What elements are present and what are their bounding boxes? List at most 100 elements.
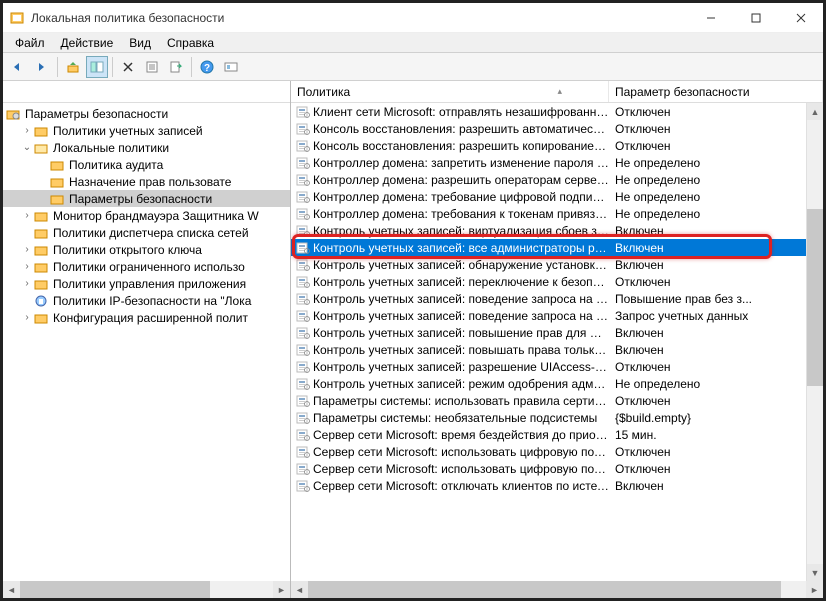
col-policy[interactable]: Политика▴: [291, 81, 609, 102]
close-button[interactable]: [778, 3, 823, 32]
list-row[interactable]: Контроль учетных записей: поведение запр…: [291, 290, 823, 307]
scroll-thumb[interactable]: [807, 209, 823, 387]
policy-icon: [293, 361, 313, 373]
list-row[interactable]: Контроль учетных записей: обнаружение ус…: [291, 256, 823, 273]
policy-value: Включен: [609, 258, 664, 272]
policy-name: Сервер сети Microsoft: использовать цифр…: [313, 445, 609, 459]
tree-item[interactable]: Назначение прав пользовате: [3, 173, 290, 190]
tree-item[interactable]: Политики диспетчера списка сетей: [3, 224, 290, 241]
tree-item-selected[interactable]: Параметры безопасности: [3, 190, 290, 207]
tree-item[interactable]: ›Политики открытого ключа: [3, 241, 290, 258]
list-row[interactable]: Контроль учетных записей: поведение запр…: [291, 307, 823, 324]
maximize-button[interactable]: [733, 3, 778, 32]
policy-name: Контроль учетных записей: переключение к…: [313, 275, 609, 289]
policy-icon: [293, 157, 313, 169]
tree-item[interactable]: ›Политики управления приложения: [3, 275, 290, 292]
list-row[interactable]: Контроль учетных записей: повышать права…: [291, 341, 823, 358]
list-row[interactable]: Контроль учетных записей: все администра…: [291, 239, 823, 256]
policy-name: Сервер сети Microsoft: отключать клиенто…: [313, 479, 609, 493]
policy-value: Включен: [609, 343, 664, 357]
show-tree-button[interactable]: [86, 56, 108, 78]
back-button[interactable]: [7, 56, 29, 78]
titlebar: Локальная политика безопасности: [3, 3, 823, 33]
expand-icon[interactable]: ›: [21, 125, 33, 136]
policy-value: Не определено: [609, 156, 700, 170]
export-button[interactable]: [165, 56, 187, 78]
forward-button[interactable]: [31, 56, 53, 78]
scroll-thumb[interactable]: [20, 581, 210, 598]
sort-asc-icon: ▴: [557, 86, 562, 97]
help-button[interactable]: ?: [196, 56, 218, 78]
up-button[interactable]: [62, 56, 84, 78]
list-row[interactable]: Сервер сети Microsoft: время бездействия…: [291, 426, 823, 443]
tree-item[interactable]: ›Конфигурация расширенной полит: [3, 309, 290, 326]
policy-value: Включен: [609, 224, 664, 238]
security-root-icon: [5, 107, 21, 121]
policy-name: Параметры системы: необязательные подсис…: [313, 411, 609, 425]
col-setting[interactable]: Параметр безопасности: [609, 81, 823, 102]
scroll-up-icon[interactable]: ▲: [807, 103, 823, 120]
policy-value: Не определено: [609, 377, 700, 391]
folder-icon: [49, 175, 65, 189]
scroll-left-icon[interactable]: ◄: [291, 581, 308, 598]
policy-name: Контроллер домена: требования к токенам …: [313, 207, 609, 221]
menu-file[interactable]: Файл: [7, 34, 53, 52]
scroll-left-icon[interactable]: ◄: [3, 581, 20, 598]
policy-value: Включен: [609, 241, 664, 255]
list-row[interactable]: Сервер сети Microsoft: использовать цифр…: [291, 460, 823, 477]
list-row[interactable]: Параметры системы: необязательные подсис…: [291, 409, 823, 426]
list-hscroll[interactable]: ◄ ►: [291, 581, 823, 598]
tree-item[interactable]: ›Политики ограниченного использо: [3, 258, 290, 275]
menu-help[interactable]: Справка: [159, 34, 222, 52]
properties-button[interactable]: [141, 56, 163, 78]
menu-view[interactable]: Вид: [121, 34, 159, 52]
tree-root[interactable]: Параметры безопасности: [3, 105, 290, 122]
collapse-icon[interactable]: ⌄: [21, 142, 33, 153]
tree-item[interactable]: Политика аудита: [3, 156, 290, 173]
list-row[interactable]: Клиент сети Microsoft: отправлять незаши…: [291, 103, 823, 120]
policy-value: Отключен: [609, 105, 671, 119]
extra-button[interactable]: [220, 56, 242, 78]
list-row[interactable]: Сервер сети Microsoft: отключать клиенто…: [291, 477, 823, 494]
list-row[interactable]: Контроллер домена: разрешить операторам …: [291, 171, 823, 188]
tree-item[interactable]: Политики IP-безопасности на "Лока: [3, 292, 290, 309]
list-row[interactable]: Параметры системы: использовать правила …: [291, 392, 823, 409]
policy-name: Сервер сети Microsoft: время бездействия…: [313, 428, 609, 442]
policy-icon: [293, 242, 313, 254]
scroll-right-icon[interactable]: ►: [806, 581, 823, 598]
list-row[interactable]: Контроль учетных записей: повышение прав…: [291, 324, 823, 341]
list-row[interactable]: Консоль восстановления: разрешить автома…: [291, 120, 823, 137]
tree-item[interactable]: ⌄Локальные политики: [3, 139, 290, 156]
list-row[interactable]: Контроль учетных записей: виртуализация …: [291, 222, 823, 239]
list-row[interactable]: Контроль учетных записей: режим одобрени…: [291, 375, 823, 392]
list-row[interactable]: Сервер сети Microsoft: использовать цифр…: [291, 443, 823, 460]
list-row[interactable]: Контроллер домена: запретить изменение п…: [291, 154, 823, 171]
tree-item[interactable]: ›Политики учетных записей: [3, 122, 290, 139]
delete-button[interactable]: [117, 56, 139, 78]
list-row[interactable]: Контроллер домена: требование цифровой п…: [291, 188, 823, 205]
policy-value: Повышение прав без з...: [609, 292, 752, 306]
tree-item[interactable]: ›Монитор брандмауэра Защитника W: [3, 207, 290, 224]
list-header: Политика▴ Параметр безопасности: [291, 81, 823, 103]
folder-icon: [33, 311, 49, 325]
scroll-right-icon[interactable]: ►: [273, 581, 290, 598]
list-row[interactable]: Контроль учетных записей: разрешение UIA…: [291, 358, 823, 375]
list-row[interactable]: Консоль восстановления: разрешить копиро…: [291, 137, 823, 154]
scroll-thumb[interactable]: [308, 581, 781, 598]
list-row[interactable]: Контроллер домена: требования к токенам …: [291, 205, 823, 222]
policy-value: Отключен: [609, 139, 671, 153]
minimize-button[interactable]: [688, 3, 733, 32]
policy-icon: [293, 480, 313, 492]
scroll-down-icon[interactable]: ▼: [807, 564, 823, 581]
menu-action[interactable]: Действие: [53, 34, 122, 52]
policy-icon: [293, 429, 313, 441]
list-row[interactable]: Контроль учетных записей: переключение к…: [291, 273, 823, 290]
policy-icon: [293, 446, 313, 458]
tree-hscroll[interactable]: ◄ ►: [3, 581, 290, 598]
list-vscroll[interactable]: ▲ ▼: [806, 103, 823, 581]
list-pane: Политика▴ Параметр безопасности Клиент с…: [291, 81, 823, 598]
policy-list[interactable]: Клиент сети Microsoft: отправлять незаши…: [291, 103, 823, 581]
policy-icon: [293, 293, 313, 305]
tree[interactable]: Параметры безопасности ›Политики учетных…: [3, 103, 290, 581]
policy-value: Отключен: [609, 445, 671, 459]
